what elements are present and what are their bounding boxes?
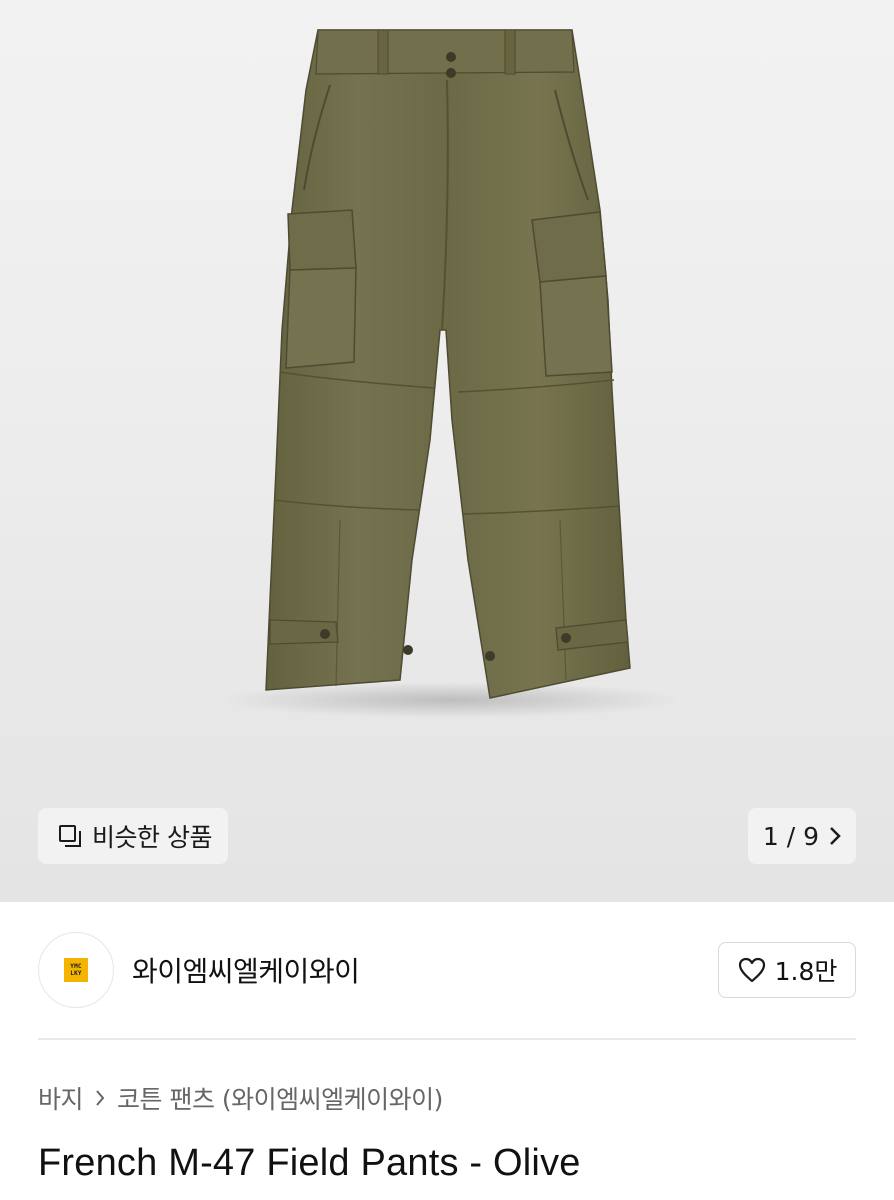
shop-logo-line1: YMC [70,963,82,970]
similar-products-label: 비슷한 상품 [92,823,212,852]
shop-name[interactable]: 와이엠씨엘케이와이 [132,950,360,990]
image-pager-button[interactable]: 1 / 9 [748,808,856,864]
product-image-gallery[interactable]: 비슷한 상품 1 / 9 [0,0,894,902]
heart-icon [738,957,765,983]
category-brand: (와이엠씨엘케이와이) [221,1085,444,1114]
chevron-right-icon [96,1090,105,1106]
category-level1[interactable]: 바지 [38,1080,84,1116]
image-pager-count: 1 / 9 [762,821,820,851]
category-breadcrumb: 바지 코튼 팬츠 (와이엠씨엘케이와이) [38,1078,443,1118]
shop-avatar[interactable]: YMC LKY [38,932,114,1008]
chevron-right-icon [830,827,841,845]
like-button[interactable]: 1.8만 [718,942,856,998]
product-title: French M-47 Field Pants - Olive [38,1142,581,1184]
shop-row: YMC LKY 와이엠씨엘케이와이 1.8만 [38,932,856,1008]
section-divider [38,1038,856,1040]
like-count: 1.8만 [774,957,838,986]
similar-products-button[interactable]: 비슷한 상품 [38,808,228,864]
category-level2-label: 코튼 팬츠 [117,1085,215,1114]
shop-logo-line2: LKY [70,970,82,977]
copy-stack-icon [59,825,81,847]
shop-logo-badge: YMC LKY [64,958,88,982]
product-photo-pants [220,29,680,718]
category-level2[interactable]: 코튼 팬츠 (와이엠씨엘케이와이) [117,1080,443,1116]
